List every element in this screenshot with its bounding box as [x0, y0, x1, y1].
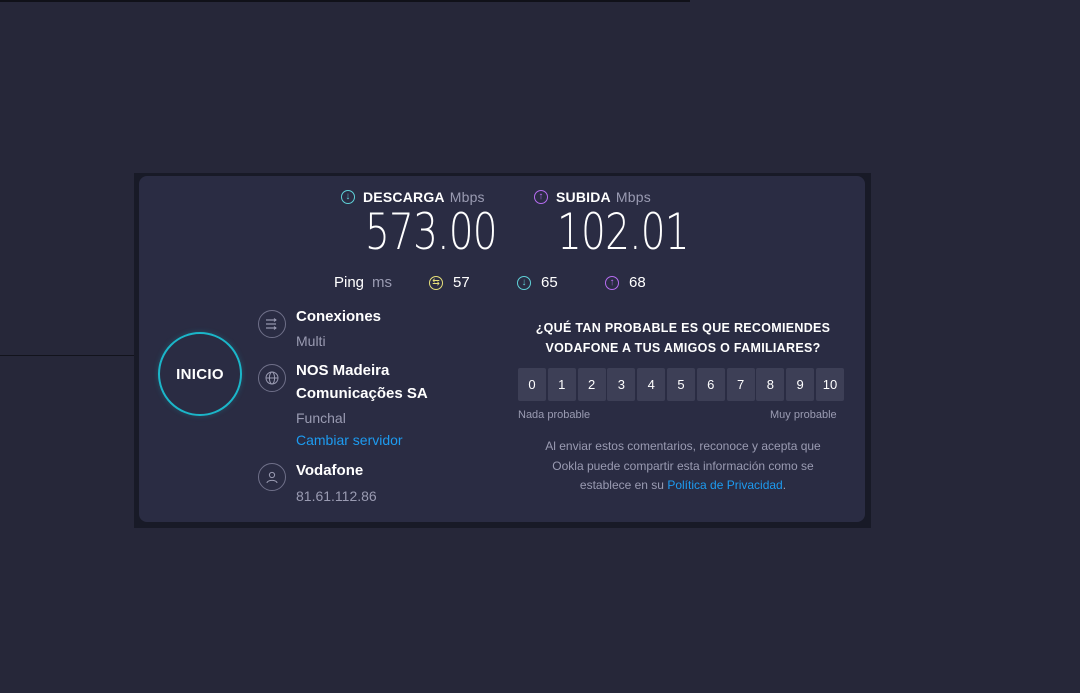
arrow-down-circle-icon: ↓ [341, 190, 355, 204]
change-server-link[interactable]: Cambiar servidor [296, 432, 403, 448]
recommend-scale: 0 1 2 3 4 5 6 7 8 9 10 [518, 368, 844, 401]
scale-option-5[interactable]: 5 [666, 368, 695, 401]
ping-label: Ping [334, 274, 365, 291]
survey-question-line1: ¿QUÉ TAN PROBABLE ES QUE RECOMIENDES [535, 321, 831, 335]
privacy-policy-link[interactable]: Política de Privacidad [667, 478, 782, 492]
disclaimer-line3: establece en su Política de Privacidad. [518, 476, 848, 496]
scale-option-1[interactable]: 1 [547, 368, 576, 401]
jitter-icon: ⇆ [429, 275, 443, 290]
scale-option-3[interactable]: 3 [607, 368, 636, 401]
scale-option-4[interactable]: 4 [637, 368, 666, 401]
ping-download-value: 65 [541, 274, 558, 291]
survey-question: ¿QUÉ TAN PROBABLE ES QUE RECOMIENDES VOD… [518, 318, 848, 358]
survey-disclaimer: Al enviar estos comentarios, reconoce y … [518, 437, 848, 496]
connections-icon [258, 310, 286, 338]
scale-option-2[interactable]: 2 [577, 368, 606, 401]
scale-option-7[interactable]: 7 [726, 368, 755, 401]
user-icon [258, 463, 286, 491]
arrow-down-circle-icon: ↓ [517, 275, 531, 290]
left-divider [0, 355, 134, 356]
scale-low-label: Nada probable [518, 409, 591, 421]
scale-option-10[interactable]: 10 [815, 368, 844, 401]
top-divider [0, 0, 690, 2]
disclaimer-line3-prefix: establece en su [579, 478, 664, 492]
disclaimer-line1: Al enviar estos comentarios, reconoce y … [545, 439, 821, 453]
server-name-line1: NOS Madeira [296, 362, 390, 379]
arrow-up-circle-icon: ↑ [605, 275, 619, 290]
server-location: Funchal [296, 410, 346, 426]
ping-idle-value: 57 [453, 274, 470, 291]
scale-high-label: Muy probable [770, 409, 837, 421]
scale-option-8[interactable]: 8 [756, 368, 785, 401]
provider-ip: 81.61.112.86 [296, 488, 377, 504]
connections-title: Conexiones [296, 308, 382, 325]
globe-icon [258, 364, 286, 392]
ping-idle: ⇆ 57 [429, 274, 470, 291]
scale-option-6[interactable]: 6 [696, 368, 725, 401]
scale-option-0[interactable]: 0 [518, 368, 546, 401]
ping-upload-value: 68 [629, 274, 646, 291]
arrow-up-circle-icon: ↑ [534, 190, 548, 204]
connections-value: Multi [296, 333, 326, 349]
disclaimer-suffix: . [782, 478, 787, 492]
ping-label-group: Ping ms [334, 274, 392, 291]
upload-value: 102.01 [557, 203, 690, 261]
disclaimer-line2: Ookla puede compartir esta información c… [552, 458, 814, 473]
ping-download: ↓ 65 [517, 274, 558, 291]
download-value: 573.00 [365, 203, 498, 261]
provider-name: Vodafone [296, 462, 364, 479]
start-button[interactable]: INICIO [158, 332, 242, 416]
ping-upload: ↑ 68 [605, 274, 646, 291]
scale-option-9[interactable]: 9 [786, 368, 815, 401]
survey-question-line2: VODAFONE A TUS AMIGOS O FAMILIARES? [545, 341, 821, 355]
server-name-line2: Comunicações SA [296, 385, 428, 402]
ping-unit: ms [372, 274, 393, 291]
